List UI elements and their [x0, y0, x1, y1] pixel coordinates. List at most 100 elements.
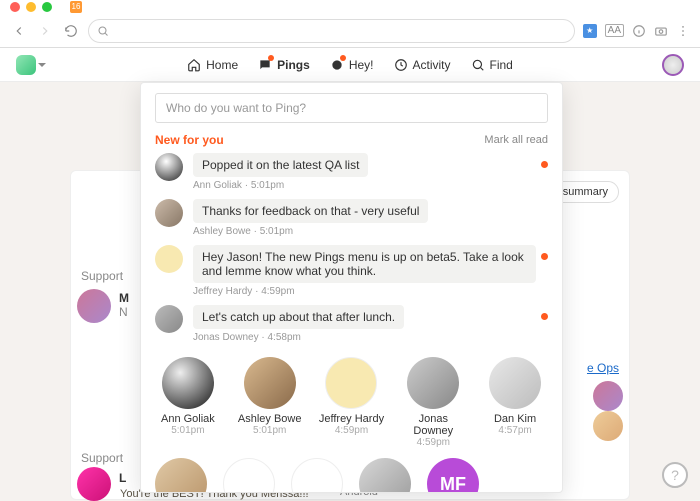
ping-message[interactable]: Popped it on the latest QA list Ann Goli…: [155, 153, 548, 191]
message-time: 5:01pm: [260, 226, 293, 237]
person-sub: N: [119, 305, 128, 319]
person-name: Dan Kim: [482, 413, 548, 425]
nav-label: Home: [206, 58, 238, 72]
forward-icon[interactable]: [36, 22, 54, 40]
ping-message[interactable]: Thanks for feedback on that - very usefu…: [155, 199, 548, 237]
avatar: [155, 305, 183, 333]
search-icon: [471, 58, 485, 72]
person-item[interactable]: Ann Goliak 5:01pm: [155, 357, 221, 448]
message-time: 5:01pm: [251, 180, 284, 191]
browser-toolbar: ★ AA: [0, 14, 700, 47]
avatar: [244, 357, 296, 409]
ops-link[interactable]: e Ops: [587, 361, 619, 375]
nav-label: Pings: [277, 58, 310, 72]
text-size-icon[interactable]: AA: [605, 24, 624, 37]
app-logo[interactable]: [16, 55, 36, 75]
nav-hey[interactable]: Hey!: [330, 58, 374, 72]
home-icon: [187, 58, 201, 72]
nav-label: Find: [490, 58, 513, 72]
message-time: 4:59pm: [261, 286, 294, 297]
message-text: Let's catch up about that after lunch.: [193, 305, 404, 329]
mark-all-read-button[interactable]: Mark all read: [484, 134, 548, 146]
person-time: 5:01pm: [155, 425, 221, 436]
traffic-lights: 16: [0, 0, 700, 14]
message-author: Jonas Downey: [193, 332, 259, 343]
unread-dot-icon: [541, 253, 548, 260]
message-author: Jeffrey Hardy: [193, 286, 252, 297]
avatar: [593, 411, 623, 441]
minimize-window-icon[interactable]: [26, 2, 36, 12]
avatar: [77, 289, 111, 323]
extension-badge-icon[interactable]: ★: [583, 24, 597, 38]
back-icon[interactable]: [10, 22, 28, 40]
section-label: Support: [81, 451, 123, 465]
activity-icon: [394, 58, 408, 72]
current-user-avatar[interactable]: [662, 54, 684, 76]
nav-label: Activity: [413, 58, 451, 72]
avatar[interactable]: [359, 458, 411, 492]
avatar: [407, 357, 459, 409]
reload-icon[interactable]: [62, 22, 80, 40]
browser-right-icons: ★ AA: [583, 24, 690, 38]
person-name: Ashley Bowe: [237, 413, 303, 425]
person-name: M: [119, 291, 129, 305]
avatar: [155, 153, 183, 181]
person-item[interactable]: Jeffrey Hardy 4:59pm: [319, 357, 385, 448]
people-row-more: MF: [155, 458, 548, 492]
ping-search-input[interactable]: [155, 93, 548, 123]
pings-dropdown: New for you Mark all read Popped it on t…: [140, 82, 563, 493]
maximize-window-icon[interactable]: [42, 2, 52, 12]
nav-home[interactable]: Home: [187, 58, 238, 72]
notification-dot-icon: [268, 55, 274, 61]
people-row: Ann Goliak 5:01pm Ashley Bowe 5:01pm Jef…: [155, 357, 548, 448]
app-nav: Home Pings Hey! Activity Find: [0, 48, 700, 82]
browser-chrome: 16 ★ AA: [0, 0, 700, 48]
person-time: 4:59pm: [319, 425, 385, 436]
menu-dots-icon[interactable]: [676, 24, 690, 38]
avatar[interactable]: [155, 458, 207, 492]
nav-find[interactable]: Find: [471, 58, 513, 72]
person-name: Jonas Downey: [400, 413, 466, 437]
unread-dot-icon: [541, 313, 548, 320]
new-for-you-label: New for you: [155, 133, 224, 147]
avatar[interactable]: [291, 458, 343, 492]
person-name: Jeffrey Hardy: [319, 413, 385, 425]
section-label: Support: [81, 269, 123, 283]
message-author: Ann Goliak: [193, 180, 242, 191]
person-item[interactable]: Jonas Downey 4:59pm: [400, 357, 466, 448]
nav-label: Hey!: [349, 58, 374, 72]
notification-dot-icon: [340, 55, 346, 61]
message-time: 4:58pm: [267, 332, 300, 343]
avatar: [155, 199, 183, 227]
avatar[interactable]: [223, 458, 275, 492]
person-item[interactable]: Dan Kim 4:57pm: [482, 357, 548, 448]
avatar: [593, 381, 623, 411]
help-button[interactable]: ?: [662, 462, 688, 488]
avatar: [489, 357, 541, 409]
nav-activity[interactable]: Activity: [394, 58, 451, 72]
camera-icon[interactable]: [654, 24, 668, 38]
nav-pings[interactable]: Pings: [258, 58, 310, 72]
message-author: Ashley Bowe: [193, 226, 251, 237]
message-text: Popped it on the latest QA list: [193, 153, 368, 177]
person-name: L: [119, 471, 126, 485]
unread-dot-icon: [541, 161, 548, 168]
avatar: [162, 357, 214, 409]
avatar-initials[interactable]: MF: [427, 458, 479, 492]
person-name: Ann Goliak: [155, 413, 221, 425]
search-icon: [97, 25, 109, 37]
message-text: Hey Jason! The new Pings menu is up on b…: [193, 245, 536, 283]
info-icon[interactable]: [632, 24, 646, 38]
avatar: [325, 357, 377, 409]
person-time: 4:57pm: [482, 425, 548, 436]
close-window-icon[interactable]: [10, 2, 20, 12]
person-time: 4:59pm: [400, 437, 466, 448]
avatar: [155, 245, 183, 273]
message-text: Thanks for feedback on that - very usefu…: [193, 199, 428, 223]
section-header: New for you Mark all read: [155, 133, 548, 147]
person-item[interactable]: Ashley Bowe 5:01pm: [237, 357, 303, 448]
ping-message[interactable]: Let's catch up about that after lunch. J…: [155, 305, 548, 343]
ping-message[interactable]: Hey Jason! The new Pings menu is up on b…: [155, 245, 548, 297]
url-bar[interactable]: [88, 19, 575, 43]
person-time: 5:01pm: [237, 425, 303, 436]
